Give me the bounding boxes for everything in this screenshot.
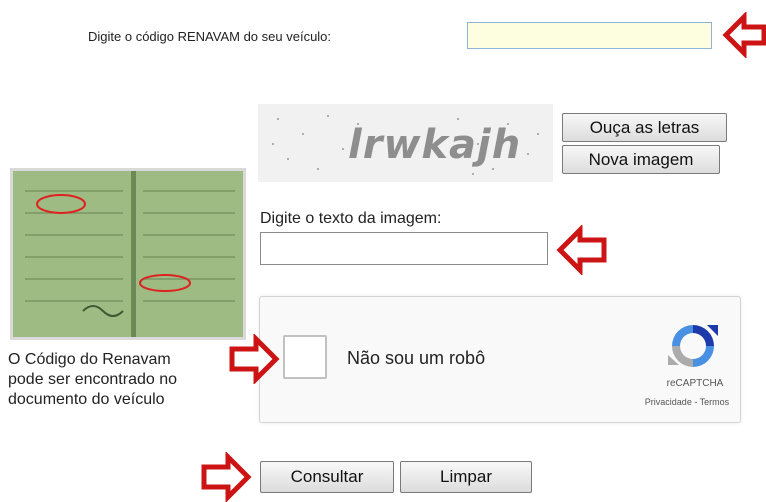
recaptcha-terms-link[interactable]: Termos xyxy=(700,397,730,407)
caption-line-3: documento do veículo xyxy=(8,391,165,408)
recaptcha-widget: Não sou um robô reCAPTCHA Privacidade - … xyxy=(259,296,741,423)
submit-button[interactable]: Consultar xyxy=(260,461,394,493)
arrow-left-annotation-icon xyxy=(722,12,766,58)
arrow-left-annotation-icon xyxy=(556,225,607,275)
renavam-input[interactable] xyxy=(467,22,712,49)
captcha-input-label: Digite o texto da imagem: xyxy=(260,210,442,227)
recaptcha-logo-icon xyxy=(668,325,718,367)
captcha-text: lrwkajh xyxy=(348,122,522,168)
renavam-label: Digite o código RENAVAM do seu veículo: xyxy=(88,29,332,44)
new-image-button[interactable]: Nova imagem xyxy=(562,145,720,174)
recaptcha-checkbox-label: Não sou um robô xyxy=(347,348,486,368)
caption-line-2: pode ser encontrado no xyxy=(8,371,178,388)
recaptcha-brand: reCAPTCHA xyxy=(666,378,724,389)
vehicle-document-photo xyxy=(10,168,246,340)
recaptcha-privacy-link[interactable]: Privacidade xyxy=(645,397,692,407)
recaptcha-links: Privacidade - Termos xyxy=(633,397,741,407)
listen-letters-button[interactable]: Ouça as letras xyxy=(562,113,727,142)
caption-line-1: O Código do Renavam xyxy=(8,351,171,368)
arrow-right-annotation-icon xyxy=(229,334,280,384)
recaptcha-link-separator: - xyxy=(691,397,700,407)
captcha-image: lrwkajh xyxy=(258,104,553,182)
recaptcha-checkbox[interactable] xyxy=(283,335,327,379)
clear-button[interactable]: Limpar xyxy=(400,461,532,493)
document-caption: O Código do Renavam pode ser encontrado … xyxy=(8,350,177,410)
captcha-text-input[interactable] xyxy=(260,232,548,265)
arrow-right-annotation-icon xyxy=(201,452,252,502)
